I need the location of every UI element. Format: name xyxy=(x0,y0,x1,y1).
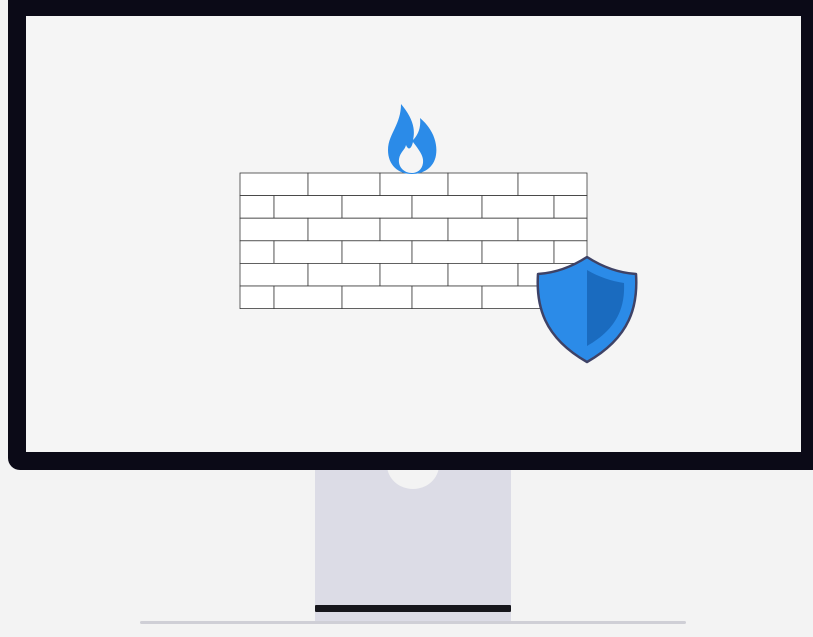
brick xyxy=(379,172,449,197)
brick xyxy=(411,195,483,219)
brick xyxy=(239,217,309,242)
brick xyxy=(273,240,343,264)
brick-wall-icon xyxy=(239,172,588,310)
brick xyxy=(239,285,275,310)
brick xyxy=(411,240,483,264)
stand-base-foot xyxy=(315,612,511,621)
brick xyxy=(447,172,519,197)
brick xyxy=(379,262,449,287)
brick xyxy=(341,240,413,264)
brick xyxy=(447,217,519,242)
brick xyxy=(411,285,483,310)
brick xyxy=(307,172,381,197)
brick xyxy=(517,217,588,242)
brick xyxy=(379,217,449,242)
brick xyxy=(481,195,555,219)
brick xyxy=(273,195,343,219)
brick xyxy=(307,217,381,242)
brick xyxy=(553,195,588,219)
brick xyxy=(481,240,555,264)
brick xyxy=(273,285,343,310)
brick xyxy=(307,262,381,287)
brick xyxy=(341,195,413,219)
brick xyxy=(239,240,275,264)
brick xyxy=(239,172,309,197)
illustration-canvas xyxy=(8,0,813,624)
ground-line xyxy=(140,621,686,624)
brick xyxy=(447,262,519,287)
brick xyxy=(239,262,309,287)
stand-base-bar xyxy=(315,605,511,612)
brick xyxy=(341,285,413,310)
brick xyxy=(517,172,588,197)
brick xyxy=(239,195,275,219)
firewall-illustration xyxy=(0,0,813,637)
